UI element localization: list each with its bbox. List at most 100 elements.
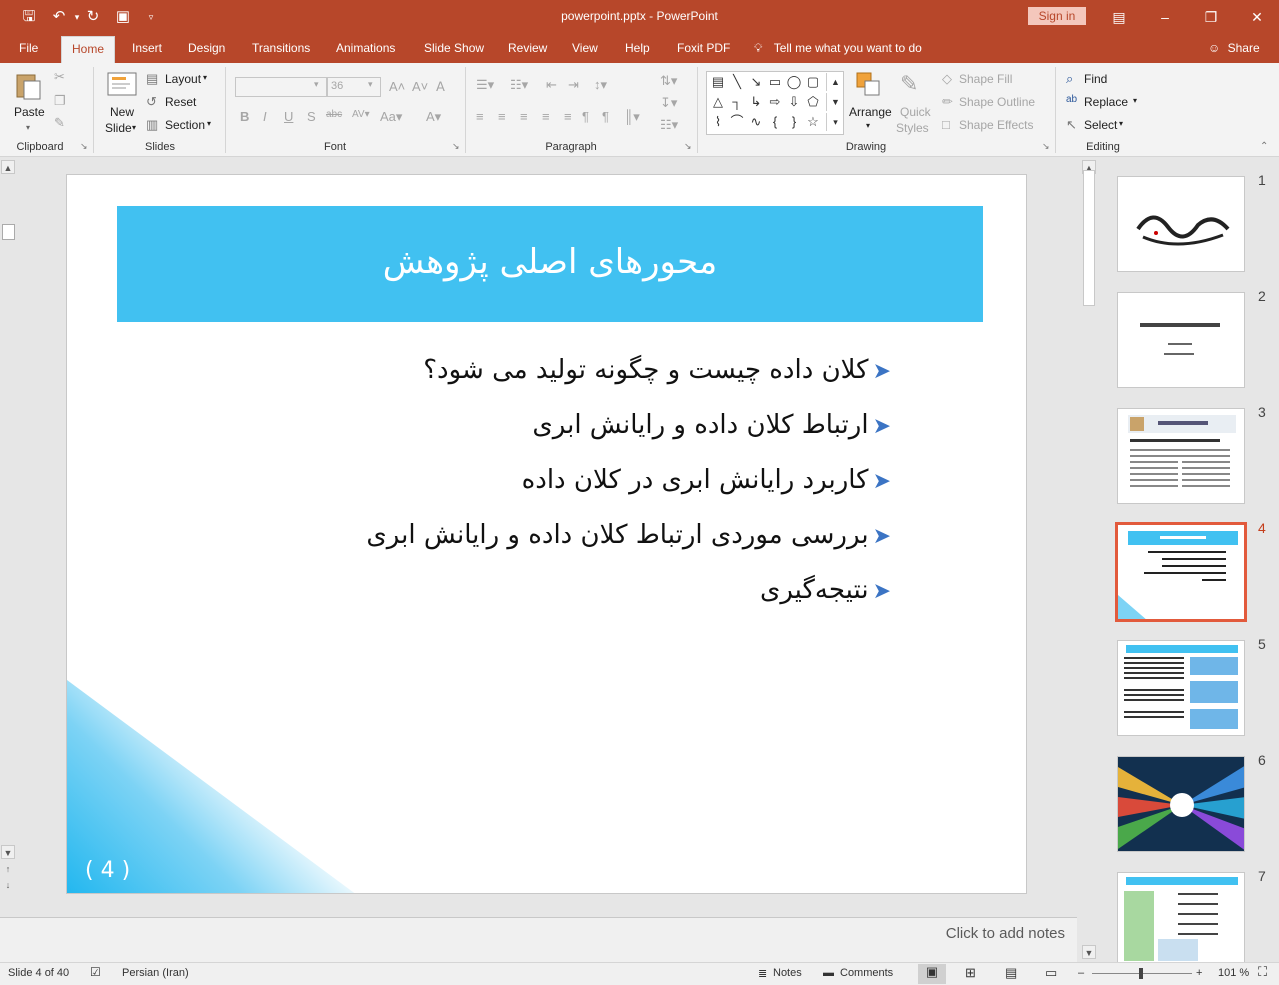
columns-icon[interactable]: ║▾ — [624, 109, 640, 125]
line-shape-icon[interactable]: ╲ — [728, 73, 746, 91]
font-size-dropdown-icon[interactable]: ▾ — [368, 79, 373, 90]
shapes-gallery[interactable]: ▤ ╲ ↘ ▭ ◯ ▢ △ ┐ ↳ ⇨ ⇩ ⬠ ⌇ ⌒ ∿ { } ☆ ▲ ▼ … — [706, 71, 844, 135]
shape-outline-button[interactable]: Shape Outline — [959, 95, 1035, 109]
arc-shape-icon[interactable]: ⌒ — [728, 113, 746, 131]
bullets-icon[interactable]: ☰▾ — [476, 77, 494, 93]
increase-indent-icon[interactable]: ⇥ — [568, 77, 579, 93]
slide-thumbnail[interactable] — [1117, 756, 1245, 852]
gallery-scroll-up-icon[interactable]: ▲ — [826, 73, 844, 91]
numbering-icon[interactable]: ☷▾ — [510, 77, 528, 93]
tab-review[interactable]: Review — [508, 41, 547, 55]
rtl-icon[interactable]: ¶ — [582, 109, 589, 124]
font-launcher-icon[interactable]: ↘ — [452, 141, 460, 152]
scroll-up-icon[interactable]: ▲ — [1, 160, 15, 174]
pentagon-shape-icon[interactable]: ⬠ — [804, 93, 822, 111]
triangle-shape-icon[interactable]: △ — [709, 93, 727, 111]
distributed-icon[interactable]: ≡ — [564, 109, 572, 124]
find-button[interactable]: Find — [1084, 72, 1107, 86]
tab-slide-show[interactable]: Slide Show — [424, 41, 484, 55]
textbox-shape-icon[interactable]: ▤ — [709, 73, 727, 91]
slide-sorter-icon[interactable]: ⊞ — [965, 965, 976, 981]
scroll-down-icon[interactable]: ▼ — [1, 845, 15, 859]
zoom-slider-thumb[interactable] — [1139, 968, 1143, 979]
arrange-button[interactable]: Arrange — [849, 105, 892, 119]
quick-styles-button[interactable]: Quick — [900, 105, 931, 119]
minimize-icon[interactable]: – — [1154, 6, 1176, 28]
slide-thumbnail[interactable] — [1117, 640, 1245, 736]
shape-effects-button[interactable]: Shape Effects — [959, 118, 1034, 132]
scroll-down-icon[interactable]: ▼ — [1082, 945, 1096, 959]
bold-icon[interactable]: B — [240, 109, 249, 124]
align-center-icon[interactable]: ≡ — [498, 109, 506, 124]
decrease-indent-icon[interactable]: ⇤ — [546, 77, 557, 93]
quick-styles-button-line2[interactable]: Styles — [896, 121, 929, 135]
tab-home[interactable]: Home — [61, 36, 116, 63]
ribbon-display-icon[interactable]: ▤ — [1108, 6, 1130, 28]
clipboard-launcher-icon[interactable]: ↘ — [80, 141, 88, 152]
new-slide-dropdown-icon[interactable]: ▾ — [132, 123, 136, 132]
elbow-arrow-icon[interactable]: ↳ — [747, 93, 765, 111]
layout-button[interactable]: Layout — [165, 72, 201, 86]
justify-icon[interactable]: ≡ — [542, 109, 550, 124]
align-text-icon[interactable]: ↧▾ — [660, 95, 677, 111]
next-slide-icon[interactable]: ↓ — [1, 878, 15, 892]
text-direction-icon[interactable]: ⇅▾ — [660, 73, 677, 89]
ltr-icon[interactable]: ¶ — [602, 109, 609, 124]
gallery-more-icon[interactable]: ▾ — [826, 113, 844, 131]
layout-dropdown-icon[interactable]: ▾ — [203, 73, 207, 82]
decrease-font-icon[interactable]: A˅ — [412, 79, 428, 94]
quick-styles-icon[interactable]: ✎ — [900, 71, 918, 97]
star-shape-icon[interactable]: ☆ — [804, 113, 822, 131]
reading-view-icon[interactable]: ▤ — [1005, 965, 1017, 981]
section-dropdown-icon[interactable]: ▾ — [207, 119, 211, 128]
oval-shape-icon[interactable]: ◯ — [785, 73, 803, 91]
change-case-icon[interactable]: Aa▾ — [380, 109, 402, 125]
close-icon[interactable]: ✕ — [1246, 6, 1268, 28]
slide-thumbnail[interactable] — [1117, 408, 1245, 504]
right-brace-shape-icon[interactable]: } — [785, 113, 803, 131]
replace-dropdown-icon[interactable]: ▾ — [1133, 96, 1137, 105]
down-arrow-shape-icon[interactable]: ⇩ — [785, 93, 803, 111]
slide-thumbnail-selected[interactable] — [1115, 522, 1247, 622]
slide-thumbnail[interactable] — [1117, 176, 1245, 272]
notes-button[interactable]: Notes — [773, 967, 802, 979]
new-slide-icon[interactable] — [106, 71, 138, 102]
comments-button[interactable]: Comments — [840, 967, 893, 979]
select-button[interactable]: Select — [1084, 118, 1117, 132]
rectangle-shape-icon[interactable]: ▭ — [766, 73, 784, 91]
paste-icon[interactable] — [13, 71, 47, 101]
normal-view-icon[interactable]: ▣ — [918, 964, 946, 984]
slide-canvas[interactable]: محورهای اصلی پژوهش ➤کلان داده چیست و چگو… — [66, 174, 1027, 894]
cut-icon[interactable]: ✂ — [54, 69, 65, 85]
previous-slide-icon[interactable]: ↑ — [1, 862, 15, 876]
tab-help[interactable]: Help — [625, 41, 650, 55]
increase-font-icon[interactable]: A˄ — [389, 79, 405, 94]
gallery-scroll-down-icon[interactable]: ▼ — [826, 93, 844, 111]
right-arrow-shape-icon[interactable]: ⇨ — [766, 93, 784, 111]
sign-in-button[interactable]: Sign in — [1028, 7, 1086, 25]
strikethrough-icon[interactable]: abc — [326, 109, 342, 120]
elbow-connector-icon[interactable]: ┐ — [728, 93, 746, 111]
slideshow-view-icon[interactable]: ▭ — [1045, 965, 1057, 981]
paragraph-launcher-icon[interactable]: ↘ — [684, 141, 692, 152]
format-painter-icon[interactable]: ✎ — [54, 115, 65, 131]
align-left-icon[interactable]: ≡ — [476, 109, 484, 124]
left-brace-shape-icon[interactable]: { — [766, 113, 784, 131]
notes-placeholder[interactable]: Click to add notes — [946, 925, 1065, 942]
section-button[interactable]: Section — [165, 118, 205, 132]
paste-dropdown-icon[interactable]: ▾ — [26, 123, 30, 132]
new-slide-button[interactable]: New — [110, 105, 134, 119]
new-slide-button-line2[interactable]: Slide — [105, 121, 132, 135]
character-spacing-icon[interactable]: AV▾ — [352, 109, 370, 120]
zoom-level[interactable]: 101 % — [1218, 967, 1249, 979]
align-right-icon[interactable]: ≡ — [520, 109, 528, 124]
fit-slide-icon[interactable]: ⛶ — [1258, 964, 1267, 980]
slide-scrollbar[interactable]: ▲ ▼ — [1080, 158, 1098, 962]
slide-thumbnail[interactable] — [1117, 872, 1245, 962]
tab-design[interactable]: Design — [188, 41, 225, 55]
smartart-icon[interactable]: ☷▾ — [660, 117, 678, 133]
tab-file[interactable]: File — [19, 41, 38, 55]
clear-formatting-icon[interactable]: 𝖠 — [436, 79, 445, 95]
language-indicator[interactable]: Persian (Iran) — [122, 967, 189, 979]
horizontal-ruler-toggle[interactable] — [2, 224, 15, 240]
